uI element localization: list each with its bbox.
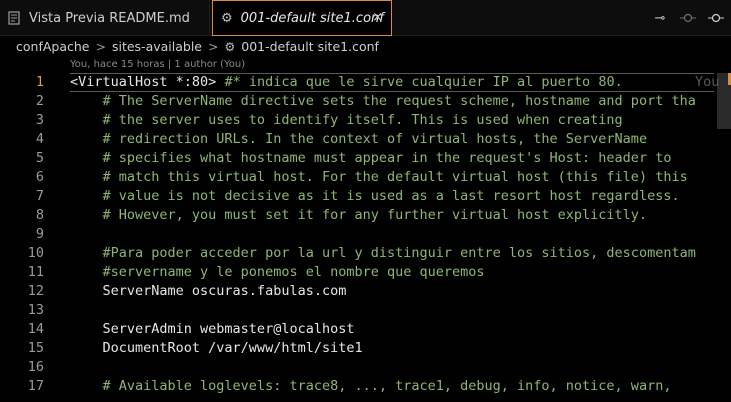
breadcrumb-separator: > [208,39,219,54]
code-text: <VirtualHost *:80> [70,74,217,90]
code-line[interactable]: 4 # redirection URLs. In the context of … [0,130,731,149]
close-icon[interactable]: × [372,10,383,25]
code-line[interactable]: 13 [0,301,731,320]
line-content: # the server uses to identify itself. Th… [70,111,623,130]
line-content: # match this virtual host. For the defau… [70,168,688,187]
breadcrumb-separator: > [95,39,106,54]
line-content: DocumentRoot /var/www/html/site1 [70,339,363,358]
breadcrumb-folder-sites-available[interactable]: sites-available [112,39,202,54]
line-number: 3 [35,112,44,128]
next-change-icon[interactable] [707,9,725,27]
breadcrumb-file[interactable]: 001-default site1.conf [241,39,379,54]
tab-label: Vista Previa README.md [29,10,190,26]
line-number: 11 [27,264,44,280]
code-line[interactable]: 12 ServerName oscuras.fabulas.com [0,282,731,301]
line-number: 9 [35,226,44,242]
line-number: 4 [35,131,44,147]
code-line[interactable]: 15 DocumentRoot /var/www/html/site1 [0,339,731,358]
code-comment: #* indica que le sirve cualquier IP al p… [216,74,623,90]
line-content: <VirtualHost *:80> #* indica que le sirv… [70,73,714,92]
line-number: 2 [35,93,44,109]
line-number: 17 [27,378,44,394]
code-line[interactable]: 3 # the server uses to identify itself. … [0,111,731,130]
code-comment: # match this virtual host. For the defau… [70,169,688,185]
line-number: 10 [27,245,44,261]
tab-label: 001-default site1.conf [240,10,384,26]
code-line[interactable]: 14 ServerAdmin webmaster@localhost [0,320,731,339]
line-content: # Available loglevels: trace8, ..., trac… [70,377,672,396]
line-number: 14 [27,321,44,337]
tab-readme-preview[interactable]: Vista Previa README.md [0,0,210,36]
code-line[interactable]: 9 [0,225,731,244]
line-content: # redirection URLs. In the context of vi… [70,130,648,149]
gear-icon: ⚙ [221,10,233,26]
code-comment: # the server uses to identify itself. Th… [70,112,623,128]
breadcrumb: confApache > sites-available > ⚙ 001-def… [0,36,731,57]
code-lines: 1 <VirtualHost *:80> #* indica que le sir… [0,73,731,396]
previous-change-icon[interactable] [679,9,697,27]
code-comment: # specifies what hostname must appear in… [70,150,672,166]
line-number: 7 [35,188,44,204]
code-comment: # redirection URLs. In the context of vi… [70,131,648,147]
tab-bar: Vista Previa README.md ⚙ 001-default sit… [0,0,731,36]
line-number: 13 [27,302,44,318]
line-number: 8 [35,207,44,223]
line-content: # The ServerName directive sets the requ… [70,92,696,111]
code-comment: #servername y le ponemos el nombre que q… [70,264,485,280]
tab-site1-conf[interactable]: ⚙ 001-default site1.conf × [212,0,392,36]
code-line[interactable]: 5 # specifies what hostname must appear … [0,149,731,168]
code-text: DocumentRoot /var/www/html/site1 [70,340,363,356]
line-number: 15 [27,340,44,356]
line-content: #servername y le ponemos el nombre que q… [70,263,485,282]
line-content: # However, you must set it for any furth… [70,206,648,225]
line-number: 5 [35,150,44,166]
line-number: 12 [27,283,44,299]
code-comment: # However, you must set it for any furth… [70,207,648,223]
source-control-icon[interactable]: ⊸ [651,9,669,27]
line-content: # specifies what hostname must appear in… [70,149,672,168]
code-comment: # Available loglevels: trace8, ..., trac… [70,378,672,394]
preview-icon [8,11,20,25]
code-editor[interactable]: You, hace 15 horas | 1 author (You) 1 <Vi… [0,57,731,402]
line-content: ServerName oscuras.fabulas.com [70,282,347,301]
line-content: ServerAdmin webmaster@localhost [70,320,355,339]
line-number: 16 [27,359,44,375]
code-comment: # value is not decisive as it is used as… [70,188,680,204]
editor-actions: ⊸ [651,0,725,36]
code-line[interactable]: 16 [0,358,731,377]
code-line[interactable]: 1 <VirtualHost *:80> #* indica que le sir… [0,73,731,92]
code-comment: # The ServerName directive sets the requ… [70,93,696,109]
line-content: #Para poder acceder por la url y disting… [70,244,696,263]
inline-blame: You [695,74,720,90]
blame-codelens[interactable]: You, hace 15 horas | 1 author (You) [70,57,245,72]
line-number: 1 [35,74,44,90]
code-line[interactable]: 7 # value is not decisive as it is used … [0,187,731,206]
code-line[interactable]: 2 # The ServerName directive sets the re… [0,92,731,111]
line-number: 6 [35,169,44,185]
code-line[interactable]: 11 #servername y le ponemos el nombre qu… [0,263,731,282]
code-line[interactable]: 10 #Para poder acceder por la url y dist… [0,244,731,263]
code-line[interactable]: 6 # match this virtual host. For the def… [0,168,731,187]
code-line[interactable]: 8 # However, you must set it for any fur… [0,206,731,225]
gear-icon: ⚙ [224,39,236,54]
code-comment: #Para poder acceder por la url y disting… [70,245,696,261]
line-content: # value is not decisive as it is used as… [70,187,680,206]
breadcrumb-folder-confapache[interactable]: confApache [16,39,89,54]
code-text: ServerName oscuras.fabulas.com [70,283,347,299]
code-line[interactable]: 17 # Available loglevels: trace8, ..., t… [0,377,731,396]
code-text: ServerAdmin webmaster@localhost [70,321,355,337]
